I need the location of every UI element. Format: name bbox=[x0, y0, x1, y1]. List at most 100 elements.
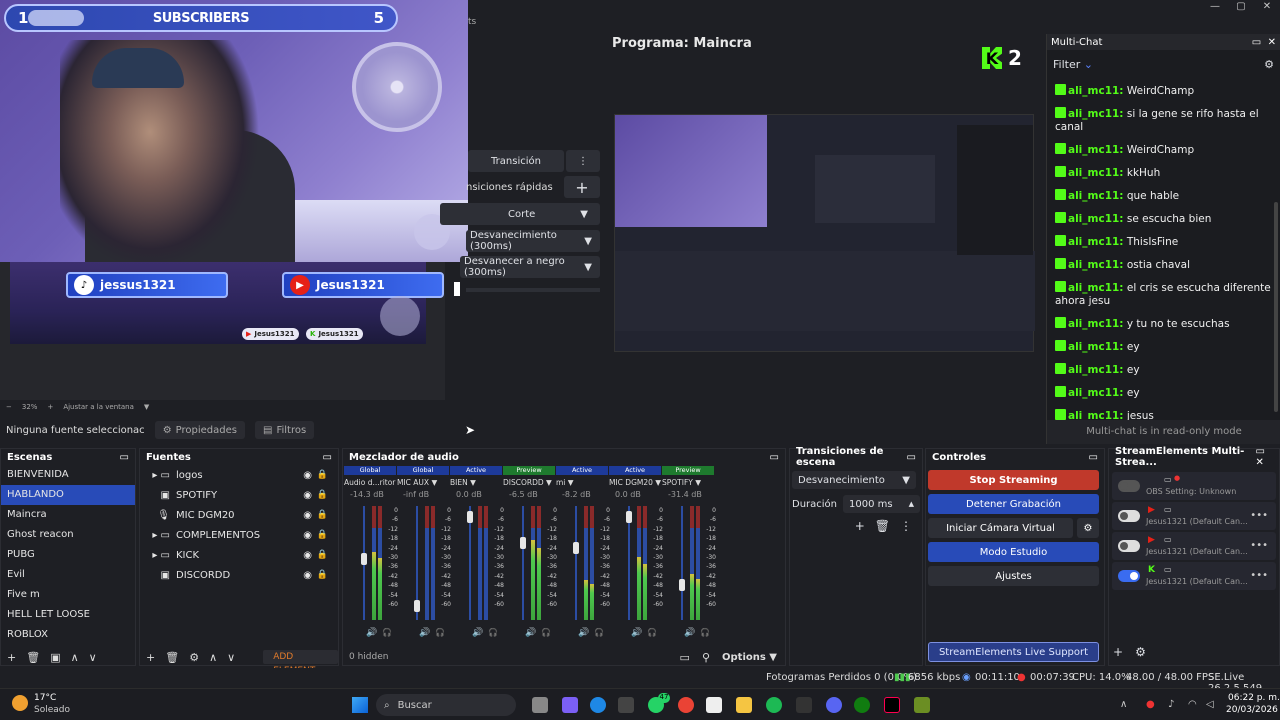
channel-name-dropdown[interactable]: mi ▼ bbox=[556, 478, 608, 487]
add-source-button[interactable]: + bbox=[146, 651, 155, 664]
eye-icon[interactable]: ◉ bbox=[303, 490, 312, 501]
properties-button[interactable]: ⚙ Propiedades bbox=[154, 421, 245, 439]
source-item[interactable]: ▸ ▭ COMPLEMENTOS ◉ 🔒 bbox=[140, 525, 338, 545]
gear-icon[interactable]: ⚙ bbox=[1264, 58, 1274, 71]
scene-item[interactable]: Maincra bbox=[1, 505, 135, 525]
source-item[interactable]: ▸ ▭ logos ◉ 🔒 bbox=[140, 465, 338, 485]
channel-name-dropdown[interactable]: MIC DGM20 ▼ bbox=[609, 478, 661, 487]
float-icon[interactable]: ▭ bbox=[907, 452, 916, 463]
filter-dropdown[interactable]: Filter ⌄ bbox=[1053, 58, 1093, 71]
channel-name-dropdown[interactable]: MIC AUX ▼ bbox=[397, 478, 449, 487]
link-icon[interactable]: ⚲ bbox=[702, 651, 710, 664]
lock-icon[interactable]: 🔒 bbox=[317, 550, 328, 560]
float-icon[interactable]: ▭ bbox=[120, 452, 129, 463]
folder-icon[interactable] bbox=[736, 697, 752, 713]
more-icon[interactable]: ⋮ bbox=[900, 519, 912, 533]
eye-icon[interactable]: ◉ bbox=[303, 530, 312, 541]
headphones-icon[interactable]: 🎧 bbox=[647, 628, 657, 637]
windows-start-icon[interactable] bbox=[352, 697, 368, 713]
close-icon[interactable]: ✕ bbox=[1268, 37, 1276, 48]
trash-icon[interactable]: 🗑 bbox=[875, 519, 890, 533]
fader-track[interactable] bbox=[575, 506, 577, 620]
float-icon[interactable]: ▭ bbox=[1255, 446, 1264, 457]
scene-item[interactable]: Five m bbox=[1, 585, 135, 605]
duration-input[interactable]: 1000 ms ▲ bbox=[843, 495, 920, 513]
virtual-camera-button[interactable]: Iniciar Cámara Virtual bbox=[928, 518, 1073, 538]
lock-icon[interactable]: 🔒 bbox=[317, 530, 328, 540]
source-item[interactable]: ▣ DISCORDD ◉ 🔒 bbox=[140, 565, 338, 585]
zoom-out-button[interactable]: − bbox=[6, 403, 12, 411]
speaker-icon[interactable]: 🔊 bbox=[472, 628, 483, 638]
float-icon[interactable]: ▭ bbox=[1089, 452, 1098, 463]
fade-transition-button[interactable]: Desvanecimiento (300ms) ▼ bbox=[466, 230, 600, 252]
wifi-icon[interactable]: ◠ bbox=[1188, 699, 1197, 710]
move-up-button[interactable]: ∧ bbox=[71, 651, 79, 664]
scene-item[interactable]: ROBLOX bbox=[1, 625, 135, 645]
maximize-button[interactable]: ▢ bbox=[1228, 0, 1254, 14]
trash-icon[interactable]: 🗑 bbox=[26, 651, 40, 664]
speaker-icon[interactable]: 🔊 bbox=[684, 628, 695, 638]
headphones-icon[interactable]: 🎧 bbox=[594, 628, 604, 637]
destination-toggle[interactable] bbox=[1118, 510, 1140, 522]
fader-track[interactable] bbox=[681, 506, 683, 620]
chat-scrollbar[interactable] bbox=[1274, 202, 1278, 412]
stepper-icon[interactable]: ▲ bbox=[909, 500, 914, 508]
headphones-icon[interactable]: 🎧 bbox=[488, 628, 498, 637]
tiktok-icon[interactable] bbox=[884, 697, 900, 713]
gear-icon[interactable]: ⚙ bbox=[189, 651, 199, 664]
eye-icon[interactable]: ◉ bbox=[303, 550, 312, 561]
channel-name-dropdown[interactable]: BIEN ▼ bbox=[450, 478, 502, 487]
destination-toggle[interactable] bbox=[1118, 570, 1140, 582]
fader-track[interactable] bbox=[522, 506, 524, 620]
speaker-icon[interactable]: 🔊 bbox=[419, 628, 430, 638]
discord-icon[interactable] bbox=[826, 697, 842, 713]
fade-black-transition-button[interactable]: Desvanecer a negro (300ms) ▼ bbox=[460, 256, 600, 278]
taskbar-search[interactable]: ⌕ Buscar bbox=[376, 694, 516, 716]
channel-name-dropdown[interactable]: SPOTIFY ▼ bbox=[662, 478, 714, 487]
source-item[interactable]: 🎙 MIC DGM20 ◉ 🔒 bbox=[140, 505, 338, 525]
clock-date[interactable]: 20/03/2026 bbox=[1226, 705, 1278, 715]
chrome-icon[interactable] bbox=[678, 697, 694, 713]
source-item[interactable]: ▸ ▭ KICK ◉ 🔒 bbox=[140, 545, 338, 565]
close-icon[interactable]: ✕ bbox=[1255, 457, 1263, 468]
filter-icon[interactable]: ▣ bbox=[50, 651, 60, 664]
add-destination-button[interactable]: + bbox=[1113, 645, 1123, 659]
speaker-icon[interactable]: 🔊 bbox=[578, 628, 589, 638]
speaker-icon[interactable]: 🔊 bbox=[525, 628, 536, 638]
xbox-icon[interactable] bbox=[854, 697, 870, 713]
fader-track[interactable] bbox=[469, 506, 471, 620]
support-button[interactable]: StreamElements Live Support bbox=[928, 642, 1099, 662]
lock-icon[interactable]: 🔒 bbox=[317, 470, 328, 480]
volume-fader[interactable] bbox=[573, 542, 579, 554]
destination-toggle[interactable] bbox=[1118, 480, 1140, 492]
add-transition-button[interactable]: + bbox=[855, 519, 865, 533]
speaker-icon[interactable]: 🔊 bbox=[631, 628, 642, 638]
more-icon[interactable]: ••• bbox=[1250, 570, 1268, 581]
minecraft-icon[interactable] bbox=[914, 697, 930, 713]
speaker-icon[interactable]: 🔊 bbox=[366, 628, 377, 638]
eye-icon[interactable]: ◉ bbox=[303, 470, 312, 481]
lock-icon[interactable]: 🔒 bbox=[317, 490, 328, 500]
tray-chevron-icon[interactable]: ∧ bbox=[1120, 699, 1127, 710]
transition-menu-icon[interactable]: ⋮ bbox=[566, 150, 600, 172]
channel-name-dropdown[interactable]: DISCORDD ▼ bbox=[503, 478, 555, 487]
transition-type-select[interactable]: Desvanecimiento ▼ bbox=[792, 471, 916, 489]
move-down-button[interactable]: ∨ bbox=[89, 651, 97, 664]
scene-item[interactable]: BIENVENIDA bbox=[1, 465, 135, 485]
source-item[interactable]: ▣ SPOTIFY ◉ 🔒 bbox=[140, 485, 338, 505]
stop-streaming-button[interactable]: Stop Streaming bbox=[928, 470, 1099, 490]
scene-item[interactable]: HABLANDO bbox=[1, 485, 135, 505]
close-button[interactable]: ✕ bbox=[1254, 0, 1280, 14]
stop-recording-button[interactable]: Detener Grabación bbox=[928, 494, 1099, 514]
copilot-icon[interactable] bbox=[562, 697, 578, 713]
volume-fader[interactable] bbox=[414, 600, 420, 612]
edge-icon[interactable] bbox=[590, 697, 606, 713]
more-icon[interactable]: ••• bbox=[1250, 540, 1268, 551]
layout-icon[interactable]: ▭ bbox=[680, 651, 690, 664]
volume-fader[interactable] bbox=[679, 579, 685, 591]
scene-item[interactable]: Ghost reacon bbox=[1, 525, 135, 545]
filters-button[interactable]: ▤ Filtros bbox=[254, 421, 315, 439]
spotify-icon[interactable] bbox=[766, 697, 782, 713]
lock-icon[interactable]: 🔒 bbox=[317, 570, 328, 580]
tray-app-icon[interactable]: ● bbox=[1146, 699, 1155, 710]
